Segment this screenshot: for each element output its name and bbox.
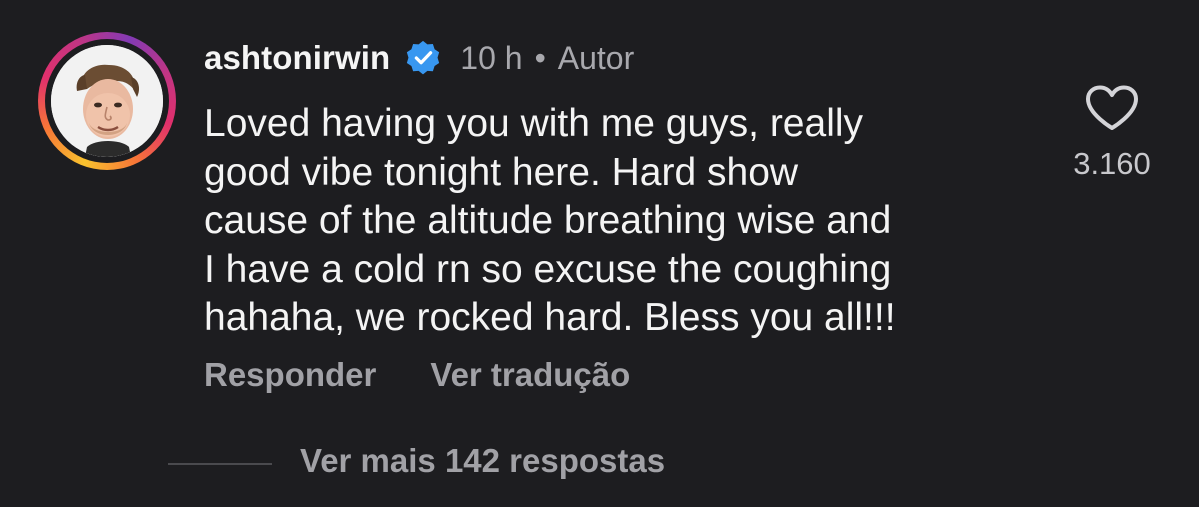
comment-line: hahaha, we rocked hard. Bless you all!!! [204, 296, 896, 339]
separator-dot: • [534, 39, 546, 76]
avatar-portrait-icon [51, 45, 163, 157]
comment-line: I have a cold rn so excuse the coughing [204, 247, 892, 291]
heart-icon[interactable] [1084, 84, 1140, 132]
comment-actions: Responder Ver tradução [204, 356, 630, 394]
username-link[interactable]: ashtonirwin [204, 39, 390, 77]
comment-timestamp: 10 h [460, 39, 523, 76]
comment-line: cause of the altitude breathing wise and [204, 199, 892, 242]
comment-line: Loved having you with me guys, really [204, 102, 864, 145]
view-replies-button[interactable]: Ver mais 142 respostas [300, 442, 665, 480]
story-ring[interactable] [38, 32, 176, 170]
replies-divider [168, 463, 272, 465]
translate-button[interactable]: Ver tradução [430, 356, 630, 394]
reply-button[interactable]: Responder [204, 356, 376, 394]
comment-text: Loved having you with me guys, really go… [204, 100, 1044, 343]
like-count: 3.160 [1073, 146, 1151, 181]
avatar[interactable] [51, 45, 163, 157]
author-label: Autor [557, 39, 635, 76]
comment-header: ashtonirwin 10 h • Autor [204, 36, 634, 80]
comment-line: good vibe tonight here. Hard show [204, 150, 799, 194]
comment-container: ashtonirwin 10 h • Autor Loved having yo… [0, 0, 1199, 507]
verified-badge-icon [407, 40, 440, 75]
